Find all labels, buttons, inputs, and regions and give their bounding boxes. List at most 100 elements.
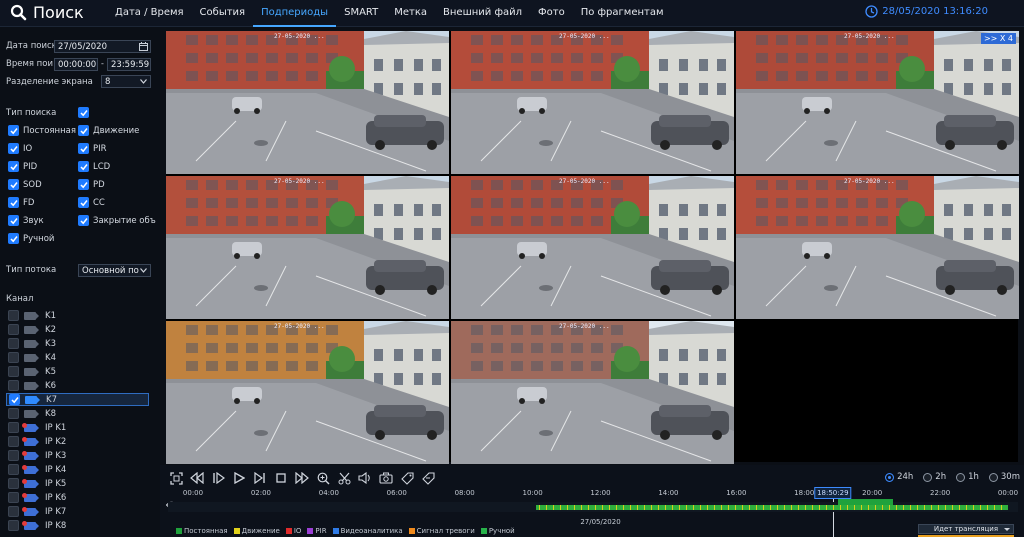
checkbox[interactable] xyxy=(8,125,19,136)
timeline-cursor-time[interactable]: 18:50:29 xyxy=(814,487,852,499)
tag-icon[interactable] xyxy=(399,471,415,485)
snapshot-icon[interactable] xyxy=(378,471,394,485)
search-type-item[interactable]: PIR xyxy=(78,143,107,154)
video-cell-4[interactable]: 27-05-2020 ... xyxy=(166,176,449,319)
tab-2[interactable]: Подпериоды xyxy=(253,0,337,27)
tab-7[interactable]: По фрагментам xyxy=(573,0,672,27)
calendar-icon[interactable] xyxy=(139,42,148,51)
channel-item[interactable]: IP K5 xyxy=(8,477,151,490)
zoom-option[interactable]: 30m xyxy=(988,472,1020,482)
recording-segment-highlight[interactable] xyxy=(838,499,893,505)
search-type-item[interactable]: SOD xyxy=(8,179,42,190)
search-type-item[interactable]: FD xyxy=(8,197,34,208)
checkbox[interactable] xyxy=(8,422,19,433)
radio[interactable] xyxy=(956,472,966,482)
channel-item[interactable]: IP K7 xyxy=(8,505,151,518)
stop-icon[interactable] xyxy=(273,471,289,485)
checkbox[interactable] xyxy=(78,161,89,172)
checkbox[interactable] xyxy=(8,352,19,363)
video-cell-5[interactable]: 27-05-2020 ... xyxy=(451,176,734,319)
checkbox[interactable] xyxy=(8,492,19,503)
tab-3[interactable]: SMART xyxy=(336,0,386,27)
zoom-option[interactable]: 24h xyxy=(885,472,913,482)
channel-item[interactable]: K5 xyxy=(8,365,151,378)
checkbox[interactable] xyxy=(8,520,19,531)
channel-item[interactable]: IP K3 xyxy=(8,449,151,462)
checkbox[interactable] xyxy=(8,478,19,489)
radio[interactable] xyxy=(923,472,933,482)
search-type-item[interactable]: LCD xyxy=(78,161,110,172)
pause-icon[interactable] xyxy=(210,471,226,485)
video-cell-7[interactable]: 27-05-2020 ... xyxy=(166,321,449,464)
checkbox[interactable] xyxy=(8,436,19,447)
checkbox[interactable] xyxy=(8,464,19,475)
volume-icon[interactable] xyxy=(357,471,373,485)
channel-item[interactable]: IP K2 xyxy=(8,435,151,448)
video-cell-8[interactable]: 27-05-2020 ... xyxy=(451,321,734,464)
step-forward-icon[interactable] xyxy=(252,471,268,485)
checkbox[interactable] xyxy=(8,161,19,172)
search-type-item[interactable]: CC xyxy=(78,197,105,208)
video-cell-3[interactable]: 27-05-2020 ... xyxy=(736,31,1019,174)
search-type-item[interactable]: Ручной xyxy=(8,233,54,244)
channel-item[interactable]: K6 xyxy=(8,379,151,392)
channel-item[interactable]: K2 xyxy=(8,323,151,336)
fullscreen-icon[interactable] xyxy=(168,471,184,485)
broadcast-status-select[interactable]: Идет трансляция xyxy=(918,524,1014,534)
stream-select[interactable]: Основной по xyxy=(78,264,151,277)
checkbox[interactable] xyxy=(8,338,19,349)
tab-4[interactable]: Метка xyxy=(386,0,435,27)
channel-item[interactable]: IP K4 xyxy=(8,463,151,476)
search-type-item[interactable]: Постоянная xyxy=(8,125,76,136)
search-type-all-checkbox[interactable] xyxy=(78,107,89,118)
radio[interactable] xyxy=(885,472,895,482)
checkbox[interactable] xyxy=(8,143,19,154)
checkbox[interactable] xyxy=(8,506,19,517)
search-type-item[interactable]: Закрытие объ xyxy=(78,215,156,226)
checkbox[interactable] xyxy=(78,215,89,226)
checkbox[interactable] xyxy=(8,215,19,226)
checkbox[interactable] xyxy=(8,179,19,190)
channel-item[interactable]: IP K8 xyxy=(8,519,151,532)
video-cell-1[interactable]: 27-05-2020 ... xyxy=(166,31,449,174)
video-cell-2[interactable]: 27-05-2020 ... xyxy=(451,31,734,174)
checkbox[interactable] xyxy=(8,380,19,391)
channel-item[interactable]: K7 xyxy=(6,393,149,406)
checkbox[interactable] xyxy=(8,324,19,335)
tab-1[interactable]: События xyxy=(192,0,254,27)
checkbox[interactable] xyxy=(78,179,89,190)
checkbox[interactable] xyxy=(8,197,19,208)
channel-item[interactable]: K4 xyxy=(8,351,151,364)
time-from-input[interactable]: 00:00:00 xyxy=(54,58,98,71)
tab-0[interactable]: Дата / Время xyxy=(107,0,192,27)
checkbox[interactable] xyxy=(8,233,19,244)
checkbox[interactable] xyxy=(78,197,89,208)
checkbox[interactable] xyxy=(8,366,19,377)
checkbox[interactable] xyxy=(9,394,20,405)
checkbox[interactable] xyxy=(8,408,19,419)
channel-item[interactable]: IP K1 xyxy=(8,421,151,434)
tab-5[interactable]: Внешний файл xyxy=(435,0,530,27)
channel-item[interactable]: K8 xyxy=(8,407,151,420)
checkbox[interactable] xyxy=(8,450,19,461)
time-to-input[interactable]: 23:59:59 xyxy=(107,58,151,71)
fast-forward-icon[interactable] xyxy=(294,471,310,485)
tag-edit-icon[interactable] xyxy=(420,471,436,485)
channel-item[interactable]: K3 xyxy=(8,337,151,350)
radio[interactable] xyxy=(988,472,998,482)
channel-item[interactable]: K1 xyxy=(8,309,151,322)
zoom-option[interactable]: 2h xyxy=(923,472,946,482)
rewind-icon[interactable] xyxy=(189,471,205,485)
zoom-in-icon[interactable] xyxy=(315,471,331,485)
search-type-item[interactable]: IO xyxy=(8,143,32,154)
checkbox[interactable] xyxy=(8,310,19,321)
clip-icon[interactable] xyxy=(336,471,352,485)
search-type-item[interactable]: Движение xyxy=(78,125,139,136)
zoom-option[interactable]: 1h xyxy=(956,472,979,482)
recording-segment[interactable] xyxy=(535,505,1008,510)
date-input[interactable]: 27/05/2020 xyxy=(54,40,151,53)
split-select[interactable]: 8 xyxy=(101,75,151,88)
tab-6[interactable]: Фото xyxy=(530,0,573,27)
checkbox[interactable] xyxy=(78,125,89,136)
timeline-track[interactable] xyxy=(168,499,1018,512)
